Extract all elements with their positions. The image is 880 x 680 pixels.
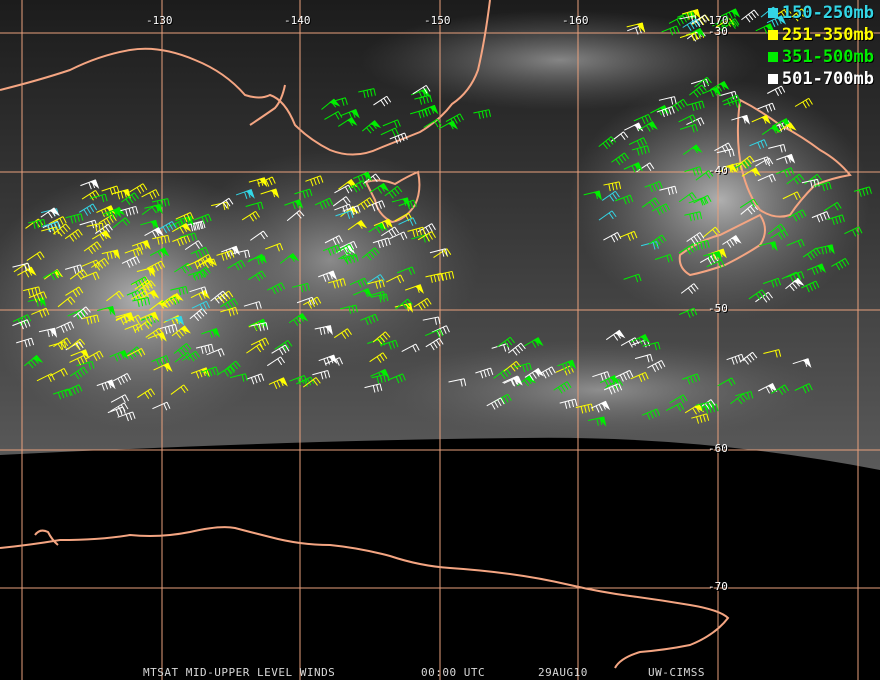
- cloud-band-central: [180, 150, 480, 370]
- legend-swatch-150-250: [767, 8, 778, 18]
- legend-label-501-700: 501-700mb: [781, 69, 874, 89]
- lat-label-70: -70: [708, 580, 728, 593]
- footer-time: 00:00 UTC: [421, 666, 486, 679]
- satellite-wind-map: -130 -140 -150 -160 -170 -30 -40 -50 -60…: [0, 0, 880, 680]
- lon-label-160: -160: [562, 14, 589, 27]
- footer-date: 29AUG10: [538, 666, 588, 679]
- coastline-antarctic: [0, 526, 730, 669]
- footer-source: UW-CIMSS: [648, 666, 705, 679]
- lat-label-60: -60: [708, 442, 728, 455]
- map-canvas: [0, 0, 880, 680]
- legend-item-501-700: 501-700mb: [767, 69, 874, 89]
- legend-swatch-351-500: [767, 52, 778, 62]
- legend-item-351-500: 351-500mb: [767, 47, 874, 67]
- footer-product: MTSAT MID-UPPER LEVEL WINDS: [143, 666, 336, 679]
- legend-label-150-250: 150-250mb: [781, 3, 874, 23]
- lon-label-140: -140: [284, 14, 311, 27]
- legend-swatch-251-350: [767, 30, 778, 40]
- lat-label-50: -50: [708, 302, 728, 315]
- legend-label-251-350: 251-350mb: [781, 25, 874, 45]
- lon-label-130: -130: [146, 14, 173, 27]
- cloud-swirl-east: [570, 80, 870, 320]
- legend-item-150-250: 150-250mb: [767, 3, 874, 23]
- lat-label-30: -30: [708, 25, 728, 38]
- lon-label-150: -150: [424, 14, 451, 27]
- lat-label-40: -40: [708, 164, 728, 177]
- legend-label-351-500: 351-500mb: [781, 47, 874, 67]
- legend-item-251-350: 251-350mb: [767, 25, 874, 45]
- legend-swatch-501-700: [767, 74, 778, 84]
